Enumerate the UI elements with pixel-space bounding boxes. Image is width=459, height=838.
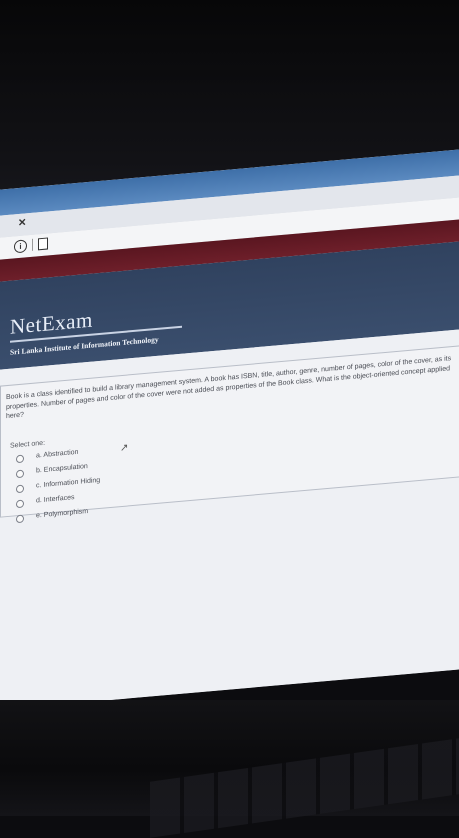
close-icon[interactable]: ✕ [18, 217, 26, 229]
browser-screen: ✕ i NetExam Sri Lanka Institute of Infor… [0, 148, 459, 711]
address-separator [32, 238, 33, 251]
mouse-cursor-icon: ↗ [120, 442, 129, 455]
page-icon [38, 237, 48, 251]
